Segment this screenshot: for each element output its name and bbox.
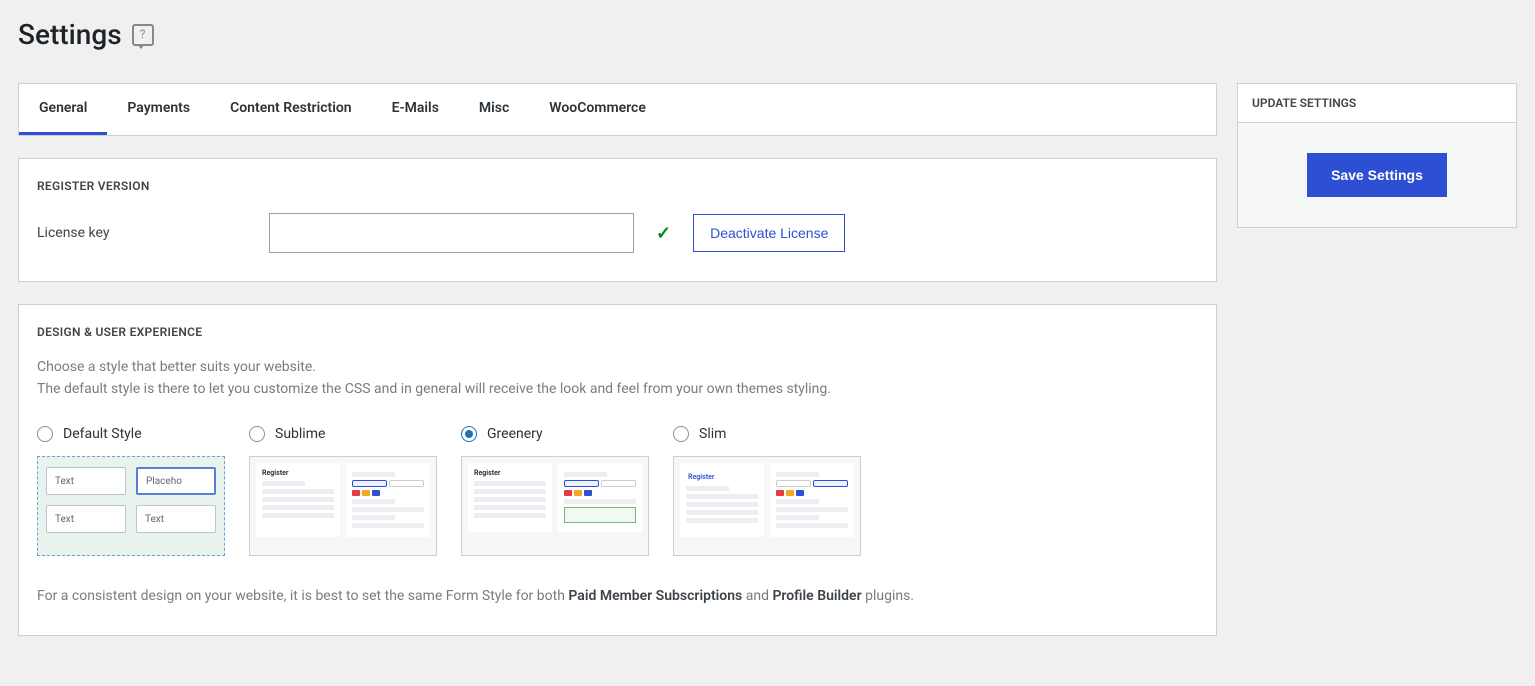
check-icon: ✓ xyxy=(656,223,671,244)
radio-label: Greenery xyxy=(487,426,543,442)
radio-greenery[interactable]: Greenery xyxy=(461,426,649,442)
style-option-greenery: Greenery Register xyxy=(461,426,649,556)
radio-icon xyxy=(673,426,689,442)
design-footnote: For a consistent design on your website,… xyxy=(37,586,1198,607)
style-option-slim: Slim Register xyxy=(673,426,861,556)
license-key-label: License key xyxy=(37,225,247,241)
radio-slim[interactable]: Slim xyxy=(673,426,861,442)
register-section-title: REGISTER VERSION xyxy=(37,179,1198,193)
design-panel: DESIGN & USER EXPERIENCE Choose a style … xyxy=(18,304,1217,636)
preview-slim: Register xyxy=(673,456,861,556)
page-title: Settings xyxy=(18,18,122,51)
radio-label: Slim xyxy=(699,426,726,442)
radio-label: Default Style xyxy=(63,426,142,442)
tab-woocommerce[interactable]: WooCommerce xyxy=(529,84,666,135)
settings-tabs: General Payments Content Restriction E-M… xyxy=(18,83,1217,136)
radio-icon xyxy=(37,426,53,442)
design-description: Choose a style that better suits your we… xyxy=(37,357,1198,400)
style-option-sublime: Sublime Register xyxy=(249,426,437,556)
help-icon[interactable] xyxy=(132,24,154,46)
register-version-panel: REGISTER VERSION License key ✓ Deactivat… xyxy=(18,158,1217,282)
radio-sublime[interactable]: Sublime xyxy=(249,426,437,442)
preview-greenery: Register xyxy=(461,456,649,556)
design-section-title: DESIGN & USER EXPERIENCE xyxy=(37,325,1198,339)
license-key-input[interactable] xyxy=(269,213,634,253)
tab-misc[interactable]: Misc xyxy=(459,84,529,135)
radio-icon xyxy=(461,426,477,442)
update-settings-panel: UPDATE SETTINGS Save Settings xyxy=(1237,83,1517,228)
tab-emails[interactable]: E-Mails xyxy=(372,84,459,135)
update-settings-title: UPDATE SETTINGS xyxy=(1238,84,1516,123)
tab-content-restriction[interactable]: Content Restriction xyxy=(210,84,372,135)
radio-label: Sublime xyxy=(275,426,325,442)
style-option-default: Default Style Text Text Placeho Text xyxy=(37,426,225,556)
save-settings-button[interactable]: Save Settings xyxy=(1307,153,1447,197)
preview-sublime: Register xyxy=(249,456,437,556)
radio-icon xyxy=(249,426,265,442)
radio-default-style[interactable]: Default Style xyxy=(37,426,225,442)
preview-default: Text Text Placeho Text xyxy=(37,456,225,556)
tab-general[interactable]: General xyxy=(19,84,107,135)
deactivate-license-button[interactable]: Deactivate License xyxy=(693,214,845,252)
tab-payments[interactable]: Payments xyxy=(107,84,210,135)
